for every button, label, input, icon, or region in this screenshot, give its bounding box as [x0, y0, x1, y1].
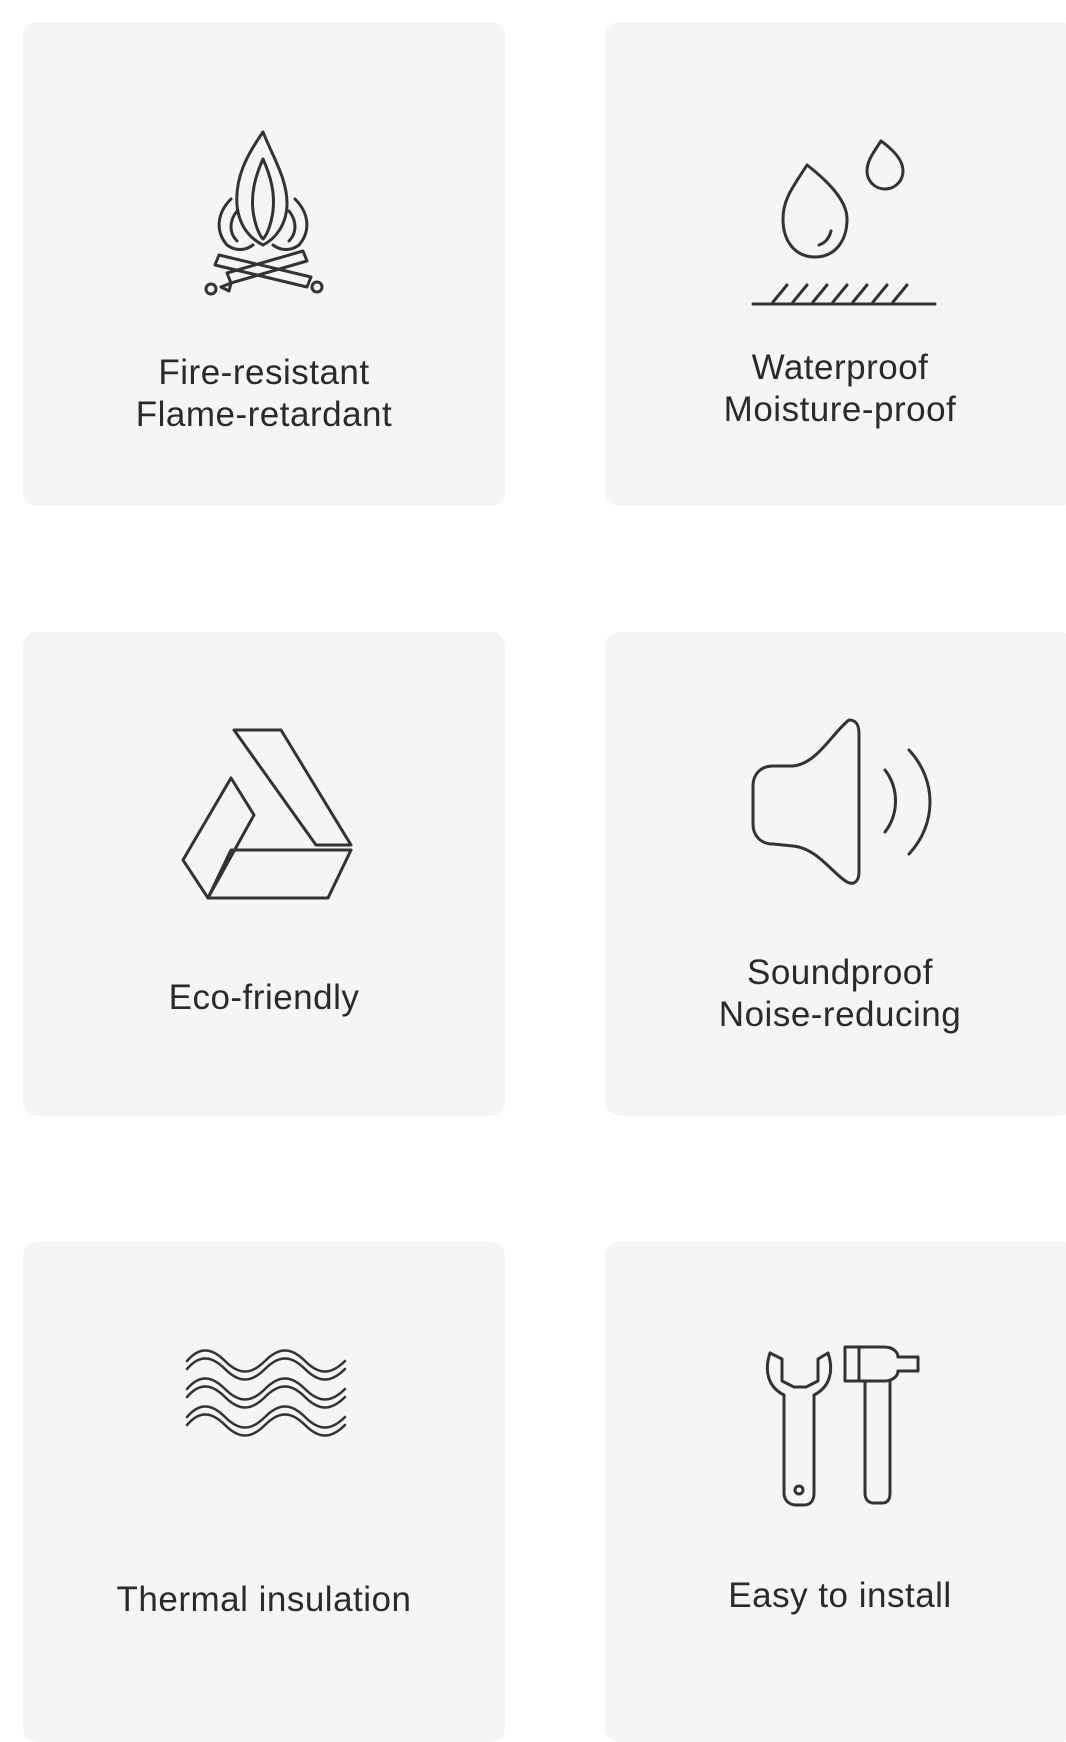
feature-label-line: Fire-resistant	[158, 353, 370, 392]
feature-card-waterproof: Waterproof Moisture-proof	[605, 22, 1066, 506]
feature-label: Thermal insulation	[23, 1579, 505, 1621]
feature-label-line: Easy to install	[728, 1576, 952, 1615]
feature-card-thermal-insulation: Thermal insulation	[23, 1242, 505, 1742]
feature-label-line: Thermal insulation	[116, 1580, 412, 1619]
feature-label: Easy to install	[605, 1575, 1066, 1617]
feature-label-line: Flame-retardant	[135, 395, 393, 434]
feature-label-line: Soundproof	[747, 953, 933, 992]
speaker-icon	[745, 712, 945, 892]
feature-card-eco-friendly: Eco-friendly	[23, 632, 505, 1116]
feature-label: Fire-resistant Flame-retardant	[23, 352, 505, 436]
wrench-hammer-icon	[760, 1327, 940, 1512]
recycle-triangle-icon	[171, 720, 361, 910]
feature-label: Waterproof Moisture-proof	[605, 347, 1066, 431]
feature-card-easy-to-install: Easy to install	[605, 1242, 1066, 1742]
feature-label: Soundproof Noise-reducing	[605, 952, 1066, 1036]
campfire-icon	[203, 127, 333, 302]
heat-waves-icon	[185, 1347, 347, 1447]
feature-card-soundproof: Soundproof Noise-reducing	[605, 632, 1066, 1116]
feature-card-fire-resistant: Fire-resistant Flame-retardant	[23, 22, 505, 506]
feature-label: Eco-friendly	[23, 977, 505, 1019]
feature-label-line: Noise-reducing	[718, 995, 962, 1034]
water-drops-icon	[745, 117, 945, 317]
feature-label-line: Moisture-proof	[723, 390, 957, 429]
feature-label-line: Eco-friendly	[168, 978, 360, 1017]
feature-label-line: Waterproof	[751, 348, 929, 387]
